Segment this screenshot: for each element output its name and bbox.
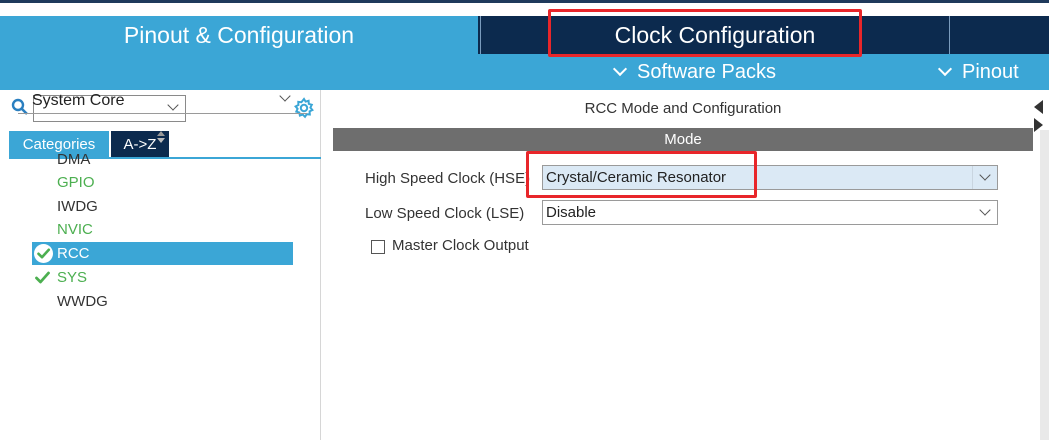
list-item-label: SYS <box>57 269 88 286</box>
sub-toolbar: Software Packs Pinout <box>0 54 1049 90</box>
pinout-label: Pinout <box>962 60 1019 83</box>
tab-pinout-configuration-label: Pinout & Configuration <box>123 21 355 48</box>
list-item-rcc[interactable]: RCC <box>32 242 293 265</box>
chevron-down-icon <box>279 90 291 102</box>
checkmark-icon <box>34 244 53 263</box>
mode-section-header: Mode <box>333 128 1033 151</box>
lse-select-value: Disable <box>546 204 597 221</box>
list-item-gpio[interactable]: GPIO <box>32 171 293 194</box>
lse-select[interactable]: Disable <box>542 200 998 225</box>
tab-additional[interactable] <box>952 16 1049 54</box>
mode-header-label: Mode <box>664 131 702 148</box>
list-item-label: DMA <box>57 151 91 168</box>
list-item-sys[interactable]: SYS <box>32 266 293 289</box>
hse-select[interactable]: Crystal/Ceramic Resonator <box>542 165 998 190</box>
master-clock-output-checkbox[interactable] <box>371 240 385 254</box>
tab-clock-configuration-label: Clock Configuration <box>614 21 816 48</box>
hse-select-value: Crystal/Ceramic Resonator <box>546 169 727 186</box>
section-system-core[interactable]: System Core <box>18 88 307 114</box>
list-item-nvic[interactable]: NVIC <box>32 218 293 241</box>
software-packs-label: Software Packs <box>637 60 776 83</box>
section-system-core-label: System Core <box>32 91 125 109</box>
main-tab-bar: Pinout & Configuration Clock Configurati… <box>0 16 1049 54</box>
list-item-iwdg[interactable]: IWDG <box>32 195 293 218</box>
list-item-dma[interactable]: DMA <box>32 148 293 171</box>
lse-label: Low Speed Clock (LSE) <box>365 205 525 222</box>
list-item-label: IWDG <box>57 198 98 215</box>
checkmark-icon <box>35 271 50 284</box>
sort-icon[interactable] <box>156 130 166 144</box>
list-item-label: NVIC <box>57 221 93 238</box>
list-item-label: GPIO <box>57 174 95 191</box>
pinout-menu[interactable]: Pinout <box>937 54 1019 90</box>
list-item-wwdg[interactable]: WWDG <box>32 290 293 313</box>
panel-resize-handle[interactable] <box>1040 130 1049 440</box>
top-strip <box>0 0 1049 16</box>
list-item-label: RCC <box>57 245 90 262</box>
chevron-down-icon <box>612 61 628 77</box>
rcc-config-panel: RCC Mode and Configuration Mode High Spe… <box>333 90 1033 440</box>
tab-pinout-configuration[interactable]: Pinout & Configuration <box>0 16 478 54</box>
chevron-down-icon[interactable] <box>979 204 991 216</box>
top-strip-line <box>0 0 1049 3</box>
panel-title: RCC Mode and Configuration <box>584 100 782 117</box>
hse-label: High Speed Clock (HSE) <box>365 170 531 187</box>
chevron-down-icon <box>937 61 953 77</box>
tab-clock-configuration[interactable]: Clock Configuration <box>480 16 950 54</box>
check-circle-icon <box>34 244 53 263</box>
list-item-label: WWDG <box>57 293 108 310</box>
chevron-down-icon[interactable] <box>979 169 991 181</box>
collapse-left-icon[interactable] <box>1034 100 1043 114</box>
software-packs-menu[interactable]: Software Packs <box>612 54 776 90</box>
master-clock-output-label: Master Clock Output <box>392 237 529 254</box>
select-divider <box>972 166 973 189</box>
